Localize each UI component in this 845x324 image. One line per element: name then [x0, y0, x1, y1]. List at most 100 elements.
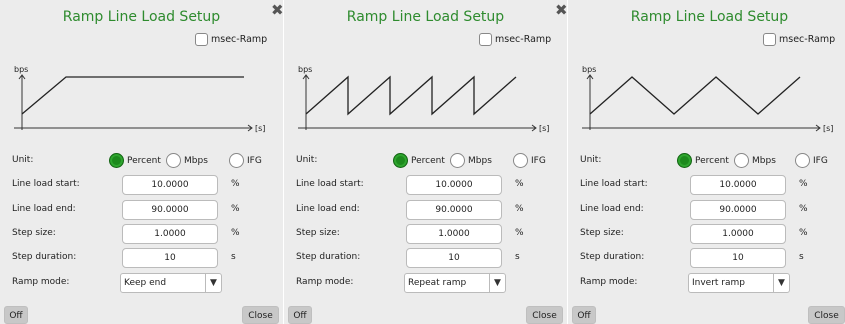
radio-dot[interactable]	[734, 153, 749, 168]
radio-label: Percent	[127, 155, 161, 166]
ramp-line	[305, 75, 517, 116]
ramp-mode-label: Ramp mode:	[580, 277, 638, 287]
radio-dot[interactable]	[513, 153, 528, 168]
ramp-mode-value: Repeat ramp	[408, 278, 467, 288]
radio-dot[interactable]	[166, 153, 181, 168]
ramp-mode-value: Invert ramp	[692, 278, 746, 288]
checkbox-box[interactable]	[763, 32, 776, 46]
close-icon[interactable]: ✖	[555, 1, 567, 19]
off-button[interactable]: Off	[572, 306, 596, 324]
step-duration-field[interactable]: 10	[406, 248, 502, 268]
unit-label: Unit:	[12, 155, 34, 165]
msec-ramp-label: msec-Ramp	[495, 33, 552, 45]
ramp-mode-select[interactable]: Invert ramp ▼	[688, 273, 790, 293]
radio-dot[interactable]	[229, 153, 244, 168]
line-load-start-field[interactable]: 10.0000	[406, 175, 502, 195]
radio-dot-selected[interactable]	[677, 153, 692, 168]
step-duration-label: Step duration:	[296, 252, 361, 262]
off-button[interactable]: Off	[288, 306, 312, 324]
line-load-end-field[interactable]: 90.0000	[406, 200, 502, 220]
ramp-graph: bps [s]	[296, 64, 556, 138]
line-load-end-row: Line load end: 90.0000 %	[568, 200, 845, 220]
radio-mbps[interactable]: Mbps	[734, 153, 776, 168]
unit-text: %	[515, 204, 524, 214]
ramp-setup-panel-repeat: Ramp Line Load Setup ✖ msec-Ramp bps [s]…	[284, 0, 567, 324]
step-size-row: Step size: 1.0000 %	[568, 224, 845, 244]
radio-label: Percent	[411, 155, 445, 166]
line-load-start-field[interactable]: 10.0000	[122, 175, 218, 195]
step-duration-field[interactable]: 10	[690, 248, 786, 268]
checkbox-box[interactable]	[479, 32, 492, 46]
unit-text: %	[799, 228, 808, 238]
line-load-start-field[interactable]: 10.0000	[690, 175, 786, 195]
graph-x-label: [s]	[823, 124, 833, 133]
line-load-end-field[interactable]: 90.0000	[690, 200, 786, 220]
unit-text: s	[799, 252, 804, 262]
line-load-end-field[interactable]: 90.0000	[122, 200, 218, 220]
ramp-graph: bps [s]	[580, 64, 840, 138]
radio-ifg[interactable]: IFG	[229, 153, 262, 168]
ramp-setup-panel-invert: Ramp Line Load Setup msec-Ramp bps [s] U…	[568, 0, 845, 324]
close-button[interactable]: Close	[808, 306, 845, 324]
radio-dot-selected[interactable]	[393, 153, 408, 168]
checkbox-box[interactable]	[195, 32, 208, 46]
unit-text: %	[515, 228, 524, 238]
close-button[interactable]: Close	[526, 306, 563, 324]
step-duration-field[interactable]: 10	[122, 248, 218, 268]
ramp-line	[21, 76, 244, 115]
line-load-end-label: Line load end:	[12, 204, 76, 214]
radio-ifg[interactable]: IFG	[513, 153, 546, 168]
step-size-field[interactable]: 1.0000	[122, 224, 218, 244]
radio-label: IFG	[813, 155, 828, 166]
panel-title: Ramp Line Load Setup	[630, 9, 789, 25]
radio-mbps[interactable]: Mbps	[450, 153, 492, 168]
msec-ramp-label: msec-Ramp	[779, 33, 836, 45]
line-load-end-label: Line load end:	[296, 204, 360, 214]
msec-ramp-checkbox[interactable]: msec-Ramp	[763, 30, 835, 48]
radio-dot-selected[interactable]	[109, 153, 124, 168]
radio-mbps[interactable]: Mbps	[166, 153, 208, 168]
line-load-start-row: Line load start: 10.0000 %	[0, 175, 283, 195]
unit-text: %	[231, 204, 240, 214]
ramp-mode-select[interactable]: Keep end ▼	[120, 273, 222, 293]
radio-label: IFG	[531, 155, 546, 166]
panel-title: Ramp Line Load Setup	[346, 9, 505, 25]
radio-dot[interactable]	[450, 153, 465, 168]
radio-label: Percent	[695, 155, 729, 166]
ramp-mode-select[interactable]: Repeat ramp ▼	[404, 273, 506, 293]
ramp-graph: bps [s]	[12, 64, 272, 138]
ramp-mode-label: Ramp mode:	[12, 277, 70, 287]
line-load-start-label: Line load start:	[12, 179, 80, 189]
step-duration-row: Step duration: 10 s	[568, 248, 845, 268]
unit-text: s	[231, 252, 236, 262]
radio-dot[interactable]	[795, 153, 810, 168]
step-size-field[interactable]: 1.0000	[406, 224, 502, 244]
step-size-row: Step size: 1.0000 %	[284, 224, 567, 244]
graph-x-label: [s]	[255, 124, 265, 133]
radio-label: Mbps	[468, 155, 492, 166]
radio-percent[interactable]: Percent	[677, 153, 729, 168]
msec-ramp-checkbox[interactable]: msec-Ramp	[479, 30, 551, 48]
radio-percent[interactable]: Percent	[393, 153, 445, 168]
close-button[interactable]: Close	[242, 306, 279, 324]
line-load-start-row: Line load start: 10.0000 %	[568, 175, 845, 195]
step-size-label: Step size:	[12, 228, 56, 238]
chevron-down-icon[interactable]: ▼	[489, 274, 505, 292]
graph-x-label: [s]	[539, 124, 549, 133]
unit-row: Unit: Percent Mbps IFG	[568, 151, 845, 171]
line-load-end-row: Line load end: 90.0000 %	[0, 200, 283, 220]
step-size-field[interactable]: 1.0000	[690, 224, 786, 244]
radio-ifg[interactable]: IFG	[795, 153, 828, 168]
step-size-label: Step size:	[296, 228, 340, 238]
msec-ramp-checkbox[interactable]: msec-Ramp	[195, 30, 267, 48]
step-duration-row: Step duration: 10 s	[0, 248, 283, 268]
graph-y-label: bps	[298, 65, 312, 74]
chevron-down-icon[interactable]: ▼	[773, 274, 789, 292]
step-duration-row: Step duration: 10 s	[284, 248, 567, 268]
close-icon[interactable]: ✖	[271, 1, 283, 19]
graph-y-label: bps	[14, 65, 28, 74]
radio-percent[interactable]: Percent	[109, 153, 161, 168]
ramp-setup-panel-keep-end: Ramp Line Load Setup ✖ msec-Ramp bps [s]…	[0, 0, 283, 324]
chevron-down-icon[interactable]: ▼	[205, 274, 221, 292]
off-button[interactable]: Off	[4, 306, 28, 324]
